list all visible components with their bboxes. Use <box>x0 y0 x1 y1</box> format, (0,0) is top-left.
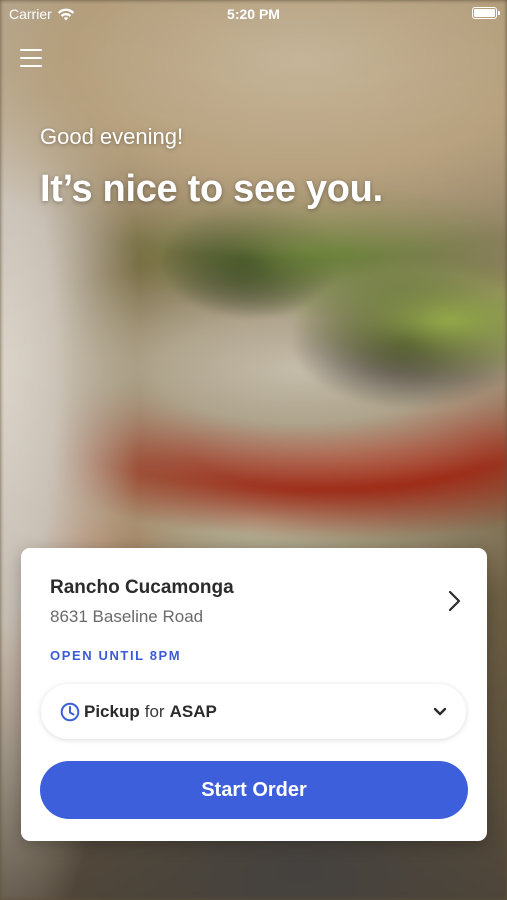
order-mode-time: ASAP <box>169 702 217 721</box>
chevron-right-icon <box>448 590 461 612</box>
location-card: Rancho Cucamonga 8631 Baseline Road OPEN… <box>21 548 487 841</box>
start-order-button[interactable]: Start Order <box>40 761 468 819</box>
hours-status: OPEN UNTIL 8PM <box>50 648 182 663</box>
status-time: 5:20 PM <box>227 6 280 22</box>
location-selector[interactable]: Rancho Cucamonga 8631 Baseline Road <box>21 548 487 638</box>
greeting-salutation: Good evening! <box>40 124 184 149</box>
order-mode-connector: for <box>144 702 165 721</box>
order-mode-type: Pickup <box>84 702 140 721</box>
location-name: Rancho Cucamonga <box>50 577 234 598</box>
chevron-down-icon <box>433 707 447 716</box>
order-mode-text: Pickup for ASAP <box>84 702 217 722</box>
menu-line <box>20 49 42 51</box>
order-mode-dropdown[interactable]: Pickup for ASAP <box>41 684 466 739</box>
battery-level <box>474 9 495 17</box>
clock-icon <box>60 702 80 722</box>
location-address: 8631 Baseline Road <box>50 607 204 626</box>
menu-line <box>20 57 42 59</box>
status-bar: Carrier 5:20 PM <box>0 0 507 28</box>
hamburger-menu-icon[interactable] <box>20 48 42 68</box>
menu-line <box>20 65 42 67</box>
greeting-message: It’s nice to see you. <box>40 168 383 210</box>
battery-icon <box>472 7 500 19</box>
